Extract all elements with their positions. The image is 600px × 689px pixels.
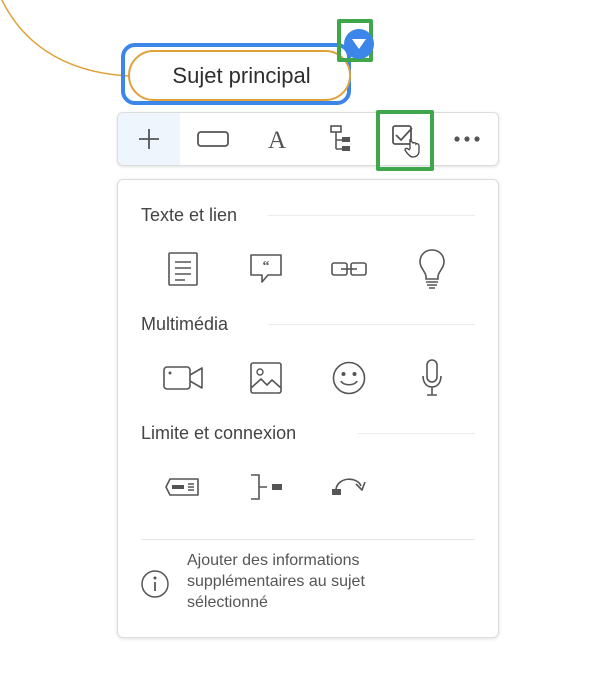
structure-icon [330, 125, 350, 151]
boundary-icon [165, 478, 199, 496]
summary-icon [251, 474, 282, 500]
hand-cursor-icon [404, 139, 420, 158]
video-icon [163, 366, 203, 390]
info-text: Ajouter des informations supplémentaires… [187, 552, 365, 611]
link-button[interactable] [325, 245, 373, 293]
svg-text:“: “ [263, 259, 270, 274]
info-icon [141, 570, 169, 598]
comment-icon: “ [250, 254, 282, 283]
idea-bulb-icon [419, 249, 445, 289]
more-icon [454, 136, 480, 142]
image-icon [250, 362, 282, 394]
more-button[interactable] [436, 113, 498, 165]
boundary-button[interactable] [159, 463, 207, 511]
plus-icon [139, 129, 159, 149]
section-divider [268, 215, 475, 216]
note-icon [168, 252, 198, 286]
idea-button[interactable] [408, 245, 456, 293]
emoji-button[interactable] [325, 354, 373, 402]
add-topic-button[interactable] [118, 113, 180, 165]
relationship-icon [332, 478, 366, 495]
topic-toolbar: A [117, 112, 499, 166]
section-title-text-and-link: Texte et lien [141, 205, 252, 226]
audio-button[interactable] [408, 354, 456, 402]
svg-text:A: A [268, 127, 286, 153]
microphone-icon [422, 359, 442, 396]
link-icon [331, 262, 367, 276]
summary-button[interactable] [242, 463, 290, 511]
connector-line [1, 0, 129, 77]
note-button[interactable] [159, 245, 207, 293]
structure-button[interactable] [310, 113, 372, 165]
task-checkbox-icon [392, 125, 420, 158]
video-button[interactable] [159, 354, 207, 402]
shape-button[interactable] [182, 113, 244, 165]
section-title-multimedia: Multimédia [141, 314, 243, 335]
section-divider [358, 433, 475, 434]
text-format-icon: A [268, 127, 286, 153]
section-divider [268, 324, 475, 325]
triangle-down-icon [352, 39, 366, 49]
section-title-boundary-connection: Limite et connexion [141, 423, 311, 444]
text-format-button[interactable]: A [246, 113, 308, 165]
emoji-icon [332, 361, 366, 395]
image-button[interactable] [242, 354, 290, 402]
topic-label: Sujet principal [172, 62, 311, 88]
topic-shape-icon [197, 131, 229, 147]
footer-divider [141, 539, 475, 540]
collapse-button[interactable] [344, 29, 374, 59]
insert-panel: Texte et lien “ Multimédia Limite et con… [117, 179, 499, 638]
comment-button[interactable]: “ [242, 245, 290, 293]
relationship-button[interactable] [325, 463, 373, 511]
task-button[interactable] [374, 113, 436, 165]
main-topic[interactable]: Sujet principal [128, 50, 351, 101]
